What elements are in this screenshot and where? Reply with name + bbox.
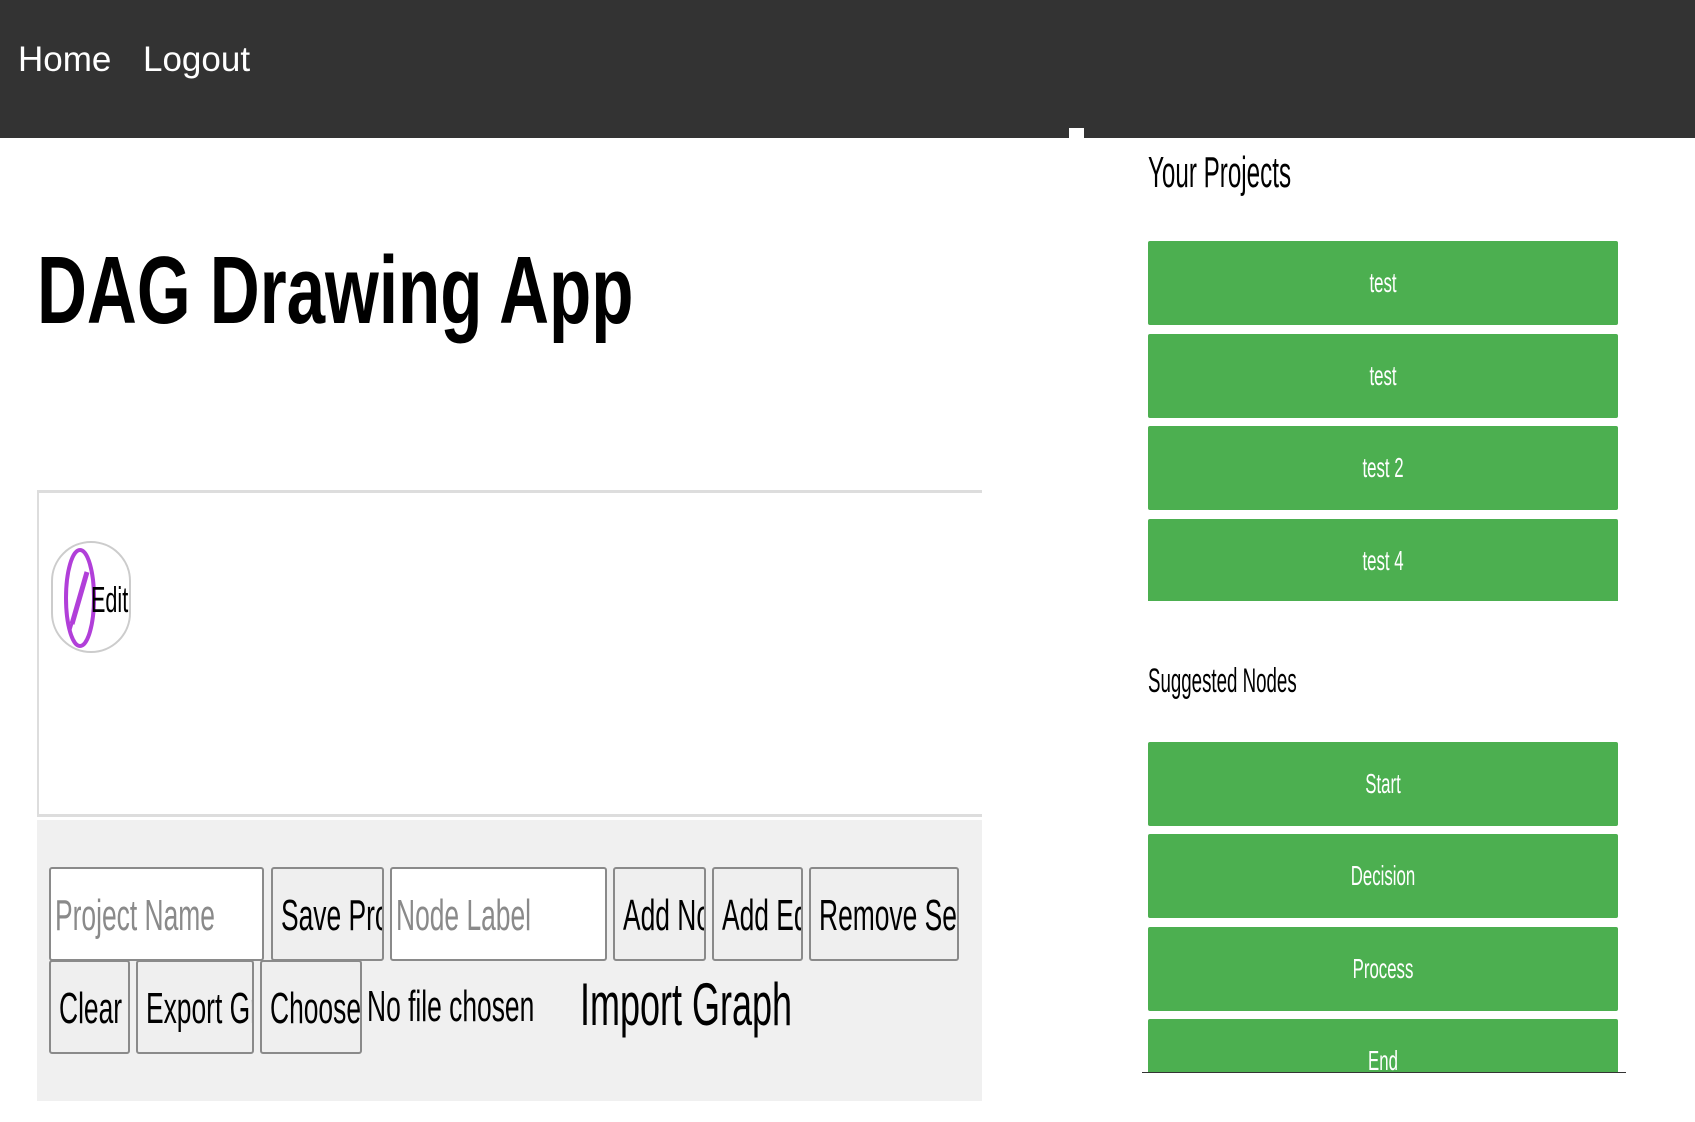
file-status-text: No file chosen <box>367 982 535 1031</box>
suggested-node-button[interactable]: Process <box>1148 927 1618 1011</box>
projects-list: test test test 2 test 4 <box>1142 241 1632 601</box>
suggested-node-label: Process <box>1352 953 1414 984</box>
navbar-notch <box>1069 128 1084 138</box>
graph-canvas[interactable]: Edit <box>37 490 982 817</box>
suggested-node-label: Start <box>1365 768 1401 799</box>
suggested-nodes-list: Start Decision Process End <box>1142 742 1632 1072</box>
project-button-label: test <box>1369 267 1397 298</box>
choose-file-label: Choose file <box>270 984 362 1033</box>
project-button-label: test 2 <box>1362 452 1404 483</box>
project-button-label: test 4 <box>1362 545 1404 576</box>
suggested-node-button[interactable]: End <box>1148 1019 1618 1072</box>
edit-button[interactable]: Edit <box>51 541 131 653</box>
projects-heading: Your Projects <box>1148 148 1292 197</box>
sidebar: Your Projects test test test 2 test 4 Su… <box>1142 138 1632 1078</box>
add-edge-label: Add Edge <box>722 891 801 940</box>
project-button[interactable]: test <box>1148 334 1618 418</box>
project-button[interactable]: test <box>1148 241 1618 325</box>
controls-panel: Project Name Save Project Node Label Add… <box>37 820 982 1101</box>
add-node-button[interactable]: Add Node <box>613 867 706 961</box>
node-label-placeholder: Node Label <box>396 891 532 940</box>
clear-all-button[interactable]: Clear All <box>49 960 130 1054</box>
save-project-label: Save Project <box>281 891 382 940</box>
project-button[interactable]: test 4 <box>1148 519 1618 601</box>
save-project-button[interactable]: Save Project <box>271 867 384 961</box>
project-button[interactable]: test 2 <box>1148 426 1618 510</box>
export-graph-button[interactable]: Export Graph <box>136 960 254 1054</box>
nav-home-link[interactable]: Home <box>18 40 111 80</box>
node-label-input[interactable]: Node Label <box>390 867 607 961</box>
project-name-placeholder: Project Name <box>55 891 215 940</box>
import-graph-label: Import Graph <box>580 971 793 1038</box>
add-edge-button[interactable]: Add Edge <box>712 867 803 961</box>
suggested-nodes-heading: Suggested Nodes <box>1148 662 1297 700</box>
edit-label: Edit <box>91 579 129 620</box>
sidebar-divider <box>1142 1072 1626 1073</box>
export-graph-label: Export Graph <box>146 984 252 1033</box>
suggested-node-label: End <box>1368 1045 1398 1072</box>
project-button-label: test <box>1369 360 1397 391</box>
clear-all-label: Clear All <box>59 984 128 1033</box>
suggested-node-label: Decision <box>1350 860 1416 891</box>
remove-selected-button[interactable]: Remove Selected <box>809 867 959 961</box>
top-navbar: Home Logout <box>0 0 1695 138</box>
choose-file-button[interactable]: Choose file <box>260 960 362 1054</box>
remove-selected-label: Remove Selected <box>819 891 957 940</box>
add-node-label: Add Node <box>623 891 704 940</box>
page-title: DAG Drawing App <box>37 237 634 344</box>
project-name-input[interactable]: Project Name <box>49 867 264 961</box>
nav-logout-link[interactable]: Logout <box>143 40 250 80</box>
suggested-node-button[interactable]: Decision <box>1148 834 1618 918</box>
suggested-node-button[interactable]: Start <box>1148 742 1618 826</box>
